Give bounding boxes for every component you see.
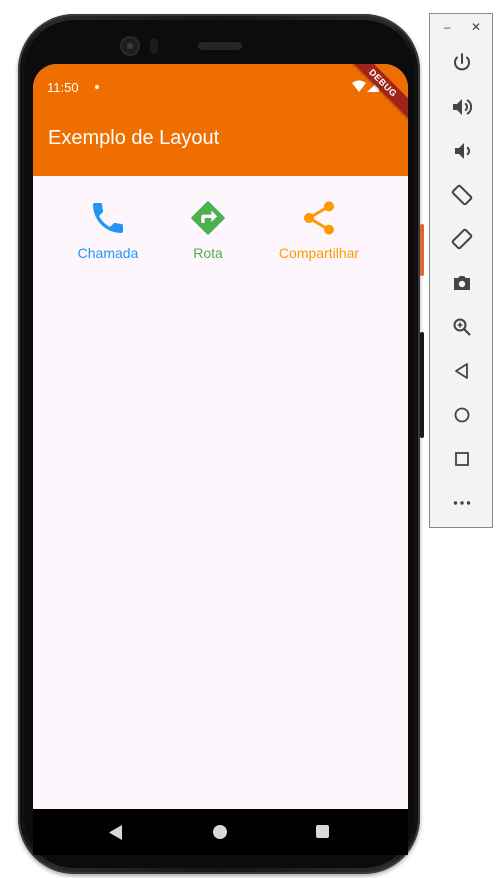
page-title: Exemplo de Layout: [48, 127, 220, 149]
action-row: Chamada Rota Compartilhar: [33, 176, 408, 286]
volume-down-icon[interactable]: [450, 139, 474, 163]
volume-up-icon[interactable]: [450, 95, 474, 119]
zoom-icon[interactable]: [450, 315, 474, 339]
home-icon[interactable]: [450, 403, 474, 427]
share-label: Compartilhar: [278, 245, 360, 261]
debug-banner: DEBUG: [339, 64, 408, 127]
status-time: 11:50: [47, 80, 79, 95]
rotate-left-icon[interactable]: [450, 183, 474, 207]
back-icon[interactable]: [109, 825, 123, 840]
home-icon[interactable]: [213, 825, 227, 839]
back-icon[interactable]: [450, 359, 474, 383]
proximity-sensor: [150, 38, 158, 54]
app-bar: 11:50 Exemplo de Layout DEBUG: [33, 64, 408, 176]
earpiece-speaker: [198, 42, 242, 50]
wifi-icon: [352, 80, 366, 92]
more-icon[interactable]: [450, 491, 474, 515]
navigation-bar: [33, 809, 408, 855]
phone-icon: [93, 203, 123, 233]
close-icon[interactable]: ✕: [471, 20, 481, 34]
minimize-icon[interactable]: –: [444, 20, 451, 34]
notification-dot-icon: [95, 85, 99, 89]
route-button[interactable]: Rota: [153, 198, 263, 261]
share-button[interactable]: Compartilhar: [264, 198, 374, 261]
emulator-stage: 11:50 Exemplo de Layout DEBUG Chamada Ro…: [0, 0, 501, 878]
call-button[interactable]: Chamada: [53, 198, 163, 261]
recents-icon[interactable]: [316, 825, 329, 838]
share-icon: [304, 201, 334, 235]
phone-power-button[interactable]: [420, 224, 424, 276]
screenshot-icon[interactable]: [450, 271, 474, 295]
power-icon[interactable]: [450, 51, 474, 75]
phone-volume-button[interactable]: [420, 332, 424, 438]
front-camera: [122, 38, 138, 54]
emulator-toolbar: – ✕: [429, 13, 493, 528]
directions-icon: [191, 201, 225, 235]
device-screen: 11:50 Exemplo de Layout DEBUG Chamada Ro…: [33, 64, 408, 809]
call-label: Chamada: [77, 245, 139, 261]
overview-icon[interactable]: [450, 447, 474, 471]
rotate-right-icon[interactable]: [450, 227, 474, 251]
route-label: Rota: [193, 245, 223, 261]
